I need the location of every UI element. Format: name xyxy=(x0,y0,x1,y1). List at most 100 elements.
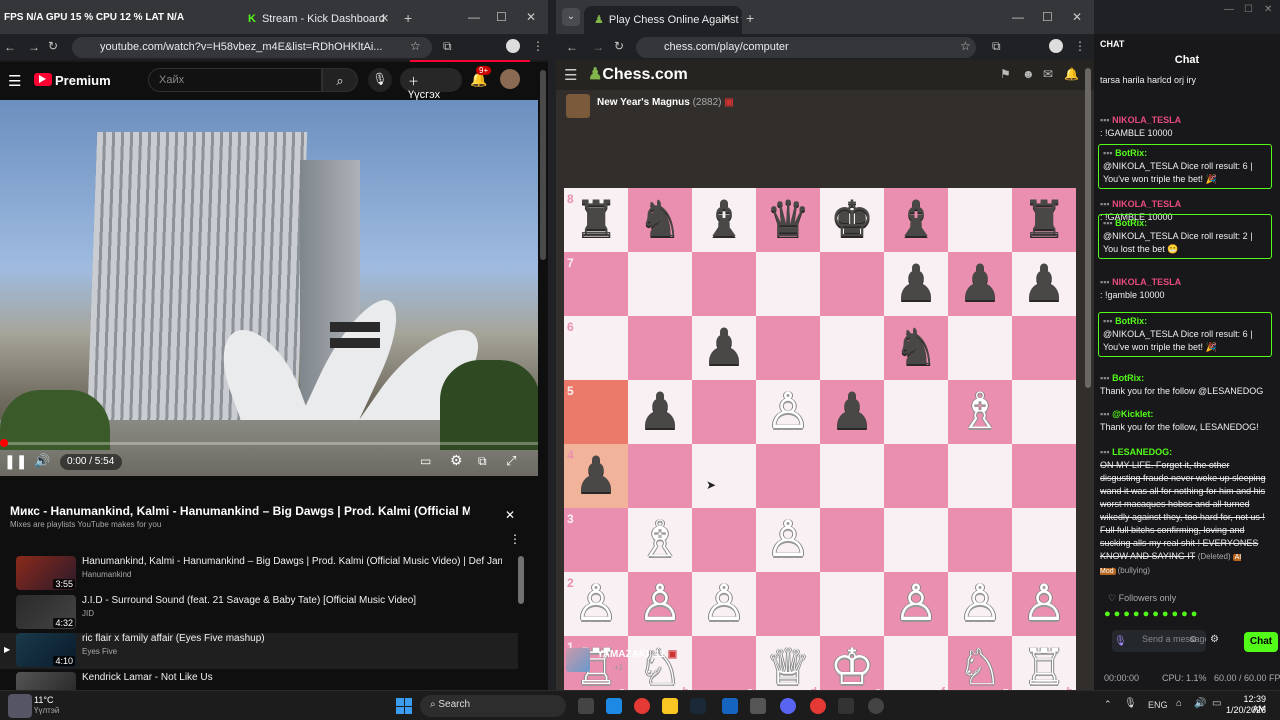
subtitles-icon[interactable]: ▭ xyxy=(420,454,431,468)
emote-bar[interactable]: ●●●●●●●●●● xyxy=(1104,608,1276,622)
app-icon-2[interactable] xyxy=(868,698,884,714)
close-icon[interactable]: ✕ xyxy=(1264,4,1272,15)
tab-kick-dashboard[interactable]: K Stream - Kick Dashboard xyxy=(238,6,398,34)
square-c1[interactable]: c xyxy=(692,636,756,690)
friends-icon[interactable]: ☻ xyxy=(1022,67,1035,81)
chat-username[interactable]: LESANEDOG: xyxy=(1112,447,1172,457)
white-piece[interactable]: ♙ xyxy=(884,572,948,636)
chat-message[interactable]: ▪▪▪ BotRix: Thank you for the follow @LES… xyxy=(1100,372,1272,398)
bookmark-star-icon[interactable]: ☆ xyxy=(960,39,971,53)
square-h1[interactable]: h♖ xyxy=(1012,636,1076,690)
opponent-name[interactable]: New Year's Magnus (2882) ▣ xyxy=(597,97,734,108)
square-b8[interactable]: ♞ xyxy=(628,188,692,252)
settings-gear-icon[interactable]: ⚙ xyxy=(450,452,463,469)
tab-close-icon[interactable]: ✕ xyxy=(380,12,389,25)
edge-icon[interactable] xyxy=(606,698,622,714)
profile-avatar[interactable] xyxy=(1049,39,1063,53)
black-piece[interactable]: ♟ xyxy=(692,316,756,380)
chesscom-logo[interactable]: ♟Chess.com xyxy=(588,64,688,84)
chat-message[interactable]: tarsa harila harlcd orj iry xyxy=(1100,74,1272,87)
white-piece[interactable]: ♙ xyxy=(564,572,628,636)
close-icon[interactable]: ✕ xyxy=(1072,10,1082,24)
file-explorer-icon[interactable] xyxy=(662,698,678,714)
square-a4[interactable]: 4 ♟ xyxy=(564,444,628,508)
playlist-item[interactable]: 3:55 Hanumankind, Kalmi - Hanumankind – … xyxy=(14,556,514,592)
square-d3[interactable]: ♙ xyxy=(756,508,820,572)
square-e2[interactable] xyxy=(820,572,884,636)
square-d4[interactable] xyxy=(756,444,820,508)
square-c5[interactable] xyxy=(692,380,756,444)
square-e5[interactable]: ♟ xyxy=(820,380,884,444)
chess-board[interactable]: 8♜♞♝♛♚♝♜7♟♟♟6♟♞5♟♙♟♗4♟3♗♙2♙♙♙♙♙♙1a♖b♘cd♕… xyxy=(564,188,1076,690)
chat-username[interactable]: BotRix: xyxy=(1115,148,1147,158)
chat-message[interactable]: ▪▪▪ BotRix: @NIKOLA_TESLA Dice roll resul… xyxy=(1098,214,1272,259)
chat-username[interactable]: BotRix: xyxy=(1112,373,1144,383)
square-a2[interactable]: 2 ♙ xyxy=(564,572,628,636)
chat-message[interactable]: ▪▪▪ NIKOLA_TESLA: !GAMBLE 10000 xyxy=(1100,114,1272,140)
white-piece[interactable]: ♗ xyxy=(948,380,1012,444)
chat-message[interactable]: ▪▪▪ BotRix: @NIKOLA_TESLA Dice roll resul… xyxy=(1098,144,1272,189)
square-g3[interactable] xyxy=(948,508,1012,572)
square-b6[interactable] xyxy=(628,316,692,380)
square-b7[interactable] xyxy=(628,252,692,316)
square-a3[interactable]: 3 xyxy=(564,508,628,572)
taskbar-search[interactable]: ⌕ Search xyxy=(420,695,566,717)
square-d2[interactable] xyxy=(756,572,820,636)
square-a5[interactable]: 5 xyxy=(564,380,628,444)
video-player[interactable] xyxy=(0,100,538,476)
square-g4[interactable] xyxy=(948,444,1012,508)
steam-icon[interactable] xyxy=(690,698,706,714)
chat-username[interactable]: BotRix: xyxy=(1115,218,1147,228)
chat-username[interactable]: NIKOLA_TESLA xyxy=(1112,115,1181,125)
playlist-scrollbar[interactable] xyxy=(518,556,524,604)
close-icon[interactable]: ✕ xyxy=(526,10,536,24)
square-f5[interactable] xyxy=(884,380,948,444)
white-piece[interactable]: ♙ xyxy=(1012,572,1076,636)
reload-icon[interactable]: ↻ xyxy=(614,39,624,53)
white-piece[interactable]: ♙ xyxy=(948,572,1012,636)
square-b3[interactable]: ♗ xyxy=(628,508,692,572)
playlist-menu-icon[interactable]: ⋮ xyxy=(509,532,521,546)
square-c2[interactable]: ♙ xyxy=(692,572,756,636)
square-d8[interactable]: ♛ xyxy=(756,188,820,252)
maximize-icon[interactable]: ☐ xyxy=(1244,4,1253,15)
settings-icon[interactable]: ⚙ xyxy=(1210,634,1219,645)
reload-icon[interactable]: ↻ xyxy=(48,39,58,53)
chat-message[interactable]: ▪▪▪ BotRix: @NIKOLA_TESLA Dice roll resul… xyxy=(1098,312,1272,357)
menu-icon[interactable]: ⋮ xyxy=(532,39,544,53)
pause-icon[interactable]: ❚❚ xyxy=(4,453,27,470)
maximize-icon[interactable]: ☐ xyxy=(1042,10,1053,24)
square-h5[interactable] xyxy=(1012,380,1076,444)
tab-close-icon[interactable]: ✕ xyxy=(722,12,731,25)
url-field[interactable]: youtube.com/watch?v=H58vbez_m4E&list=RDh… xyxy=(72,37,432,58)
square-c8[interactable]: ♝ xyxy=(692,188,756,252)
white-piece[interactable]: ♙ xyxy=(628,572,692,636)
square-b2[interactable]: ♙ xyxy=(628,572,692,636)
square-f1[interactable]: f xyxy=(884,636,948,690)
black-piece[interactable]: ♝ xyxy=(692,188,756,252)
search-button[interactable]: ⌕ xyxy=(322,68,358,92)
chat-message[interactable]: ▪▪▪ LESANEDOG: ON MY LIFE. Forget it, the… xyxy=(1100,446,1272,578)
minimize-icon[interactable]: — xyxy=(1224,4,1234,15)
tray-mic-icon[interactable]: 🎙 xyxy=(1124,698,1137,709)
square-f2[interactable]: ♙ xyxy=(884,572,948,636)
square-a7[interactable]: 7 xyxy=(564,252,628,316)
tab-chess[interactable]: ♟Play Chess Online Against the C xyxy=(584,6,742,34)
account-avatar[interactable] xyxy=(500,69,520,89)
app-icon[interactable] xyxy=(722,698,738,714)
square-f8[interactable]: ♝ xyxy=(884,188,948,252)
windows-start-icon[interactable] xyxy=(396,698,412,714)
white-piece[interactable]: ♗ xyxy=(628,508,692,572)
network-icon[interactable]: ⌂ xyxy=(1176,698,1182,709)
square-c6[interactable]: ♟ xyxy=(692,316,756,380)
square-b5[interactable]: ♟ xyxy=(628,380,692,444)
black-piece[interactable]: ♟ xyxy=(820,380,884,444)
voice-search-icon[interactable]: 🎙 xyxy=(368,68,392,92)
trophy-icon[interactable]: ⚑ xyxy=(1000,67,1011,81)
black-piece[interactable]: ♟ xyxy=(948,252,1012,316)
new-tab-button[interactable]: + xyxy=(746,10,754,26)
white-piece[interactable]: ♕ xyxy=(756,636,820,690)
tab-search-icon[interactable]: ⌄ xyxy=(562,8,580,26)
forward-icon[interactable]: → xyxy=(28,40,40,54)
square-g6[interactable] xyxy=(948,316,1012,380)
